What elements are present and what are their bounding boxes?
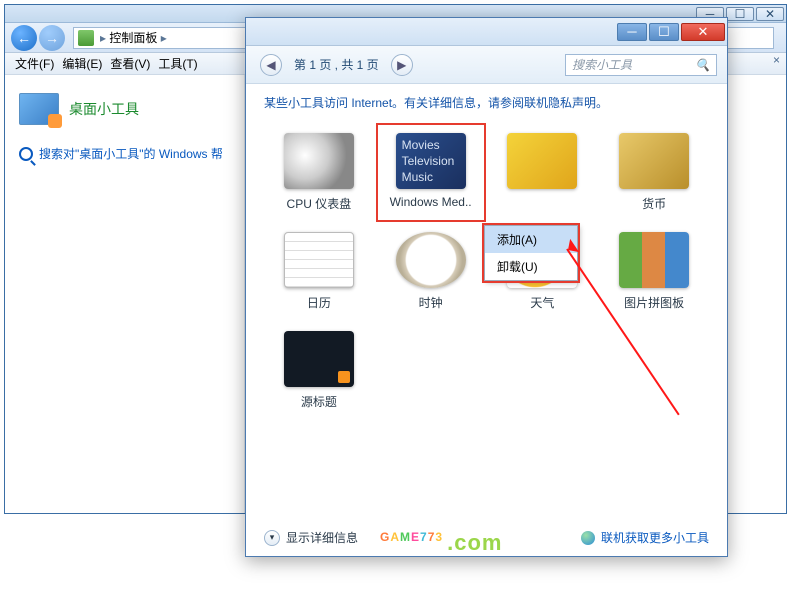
desktop-gadgets-icon (19, 93, 59, 125)
control-panel-icon (78, 30, 94, 46)
gadget-picture-puzzle[interactable]: 图片拼图板 (603, 226, 705, 317)
prev-page-button[interactable]: ◀ (260, 54, 282, 76)
outer-max-button[interactable]: ☐ (726, 7, 754, 21)
gadget-search-input[interactable]: 搜索小工具 🔍 (565, 54, 717, 76)
dialog-titlebar: ─ ☐ ✕ (246, 18, 727, 46)
page-indicator: 第 1 页 , 共 1 页 (294, 56, 379, 73)
picture-puzzle-icon (619, 232, 689, 288)
clock-icon (396, 232, 466, 288)
page-title: 桌面小工具 (69, 99, 139, 119)
gadget-feed-headlines[interactable]: 源标题 (268, 325, 370, 416)
outer-close-button[interactable]: ✕ (756, 7, 784, 21)
cpu-meter-icon (284, 133, 354, 189)
forward-button[interactable]: → (39, 25, 65, 51)
gadget-context-menu: 添加(A) 卸载(U) (484, 225, 578, 281)
watermark: GAME773 .com (380, 530, 502, 562)
gadget-clock[interactable]: 时钟 (380, 226, 482, 317)
back-button[interactable]: ← (11, 25, 37, 51)
address-clear-button[interactable]: × (773, 53, 780, 67)
gadget-slideshow[interactable] (492, 127, 594, 218)
dialog-info-text: 某些小工具访问 Internet。有关详细信息，请参阅联机隐私声明。 (246, 84, 727, 121)
context-menu-uninstall[interactable]: 卸载(U) (485, 253, 577, 280)
globe-icon (581, 531, 595, 545)
windows-media-center-icon: Movies Television Music (396, 133, 466, 189)
menu-view[interactable]: 查看(V) (110, 55, 150, 72)
breadcrumb[interactable]: 控制面板 (109, 29, 157, 46)
next-page-button[interactable]: ▶ (391, 54, 413, 76)
dialog-close-button[interactable]: ✕ (681, 23, 725, 41)
show-details-button[interactable]: ▾ 显示详细信息 (264, 529, 358, 546)
gadget-calendar[interactable]: 日历 (268, 226, 370, 317)
gadget-cpu[interactable]: CPU 仪表盘 (268, 127, 370, 218)
currency-icon (619, 133, 689, 189)
context-menu-add[interactable]: 添加(A) (485, 226, 577, 253)
feed-headlines-icon (284, 331, 354, 387)
gadget-windows-media-center[interactable]: Movies Television Music Windows Med.. (380, 127, 482, 218)
dialog-min-button[interactable]: ─ (617, 23, 647, 41)
gadget-gallery-dialog: ─ ☐ ✕ ◀ 第 1 页 , 共 1 页 ▶ 搜索小工具 🔍 某些小工具访问 … (245, 17, 728, 557)
search-placeholder: 搜索小工具 (572, 56, 632, 73)
gadget-currency[interactable]: 货币 (603, 127, 705, 218)
search-help-text: 搜索对"桌面小工具"的 Windows 帮 (39, 145, 223, 162)
calendar-icon (284, 232, 354, 288)
privacy-link[interactable]: 联机隐私声明 (524, 96, 596, 110)
left-pane: 桌面小工具 搜索对"桌面小工具"的 Windows 帮 (5, 75, 245, 513)
search-icon (19, 147, 33, 161)
search-help-link[interactable]: 搜索对"桌面小工具"的 Windows 帮 (19, 145, 230, 162)
dialog-max-button[interactable]: ☐ (649, 23, 679, 41)
dialog-nav: ◀ 第 1 页 , 共 1 页 ▶ 搜索小工具 🔍 (246, 46, 727, 84)
get-more-gadgets-link[interactable]: 联机获取更多小工具 (581, 529, 709, 546)
slideshow-icon (507, 133, 577, 189)
menu-file[interactable]: 文件(F) (15, 55, 54, 72)
chevron-down-icon: ▾ (264, 530, 280, 546)
menu-edit[interactable]: 编辑(E) (62, 55, 102, 72)
menu-tools[interactable]: 工具(T) (158, 55, 197, 72)
